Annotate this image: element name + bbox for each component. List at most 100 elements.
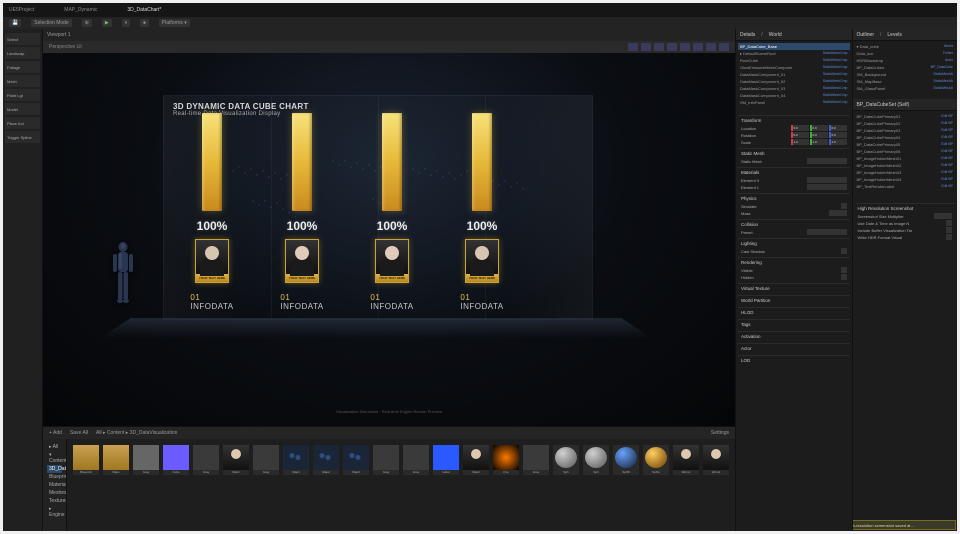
viewport-tab[interactable]: Viewport 1 xyxy=(43,29,735,41)
bar-percent: 100% xyxy=(287,219,318,233)
asset-item[interactable]: Man1 xyxy=(223,445,249,475)
tab-asset[interactable]: 3D_DataChart* xyxy=(127,7,161,13)
asset-item[interactable]: Wom2 xyxy=(703,445,729,475)
bar-label: 01 INFODATA xyxy=(370,293,413,311)
stop-button[interactable]: ⏹ xyxy=(140,19,149,27)
save-button[interactable]: 💾 xyxy=(9,19,21,27)
viewport-3d[interactable]: 3D DYNAMIC DATA CUBE CHART Real-time Dat… xyxy=(43,53,735,426)
tree-row[interactable]: ▸ Engine xyxy=(47,505,62,519)
asset-item[interactable]: Map1 xyxy=(283,445,309,475)
cb-toolbar: + Add Save All All ▸ Content ▸ 3D_DataVi… xyxy=(43,427,735,439)
asset-item[interactable]: Fire xyxy=(493,445,519,475)
world-detail-header[interactable]: BP_DataCubeSet (Self) xyxy=(853,99,958,111)
tree-row[interactable]: 3D_DataVisualization xyxy=(47,465,62,473)
chart-title: 3D DYNAMIC DATA CUBE CHART xyxy=(173,102,309,111)
menubar: UE5Project MAP_Dynamic 3D_DataChart* xyxy=(3,3,957,17)
cb-save-button[interactable]: Save All xyxy=(70,430,88,436)
info-card: YOUR TEXT HERE xyxy=(285,239,319,283)
cb-add-button[interactable]: + Add xyxy=(49,430,62,436)
bar-fill xyxy=(292,113,312,211)
asset-item[interactable]: Wom1 xyxy=(673,445,699,475)
mode-item[interactable]: Paint Lgt xyxy=(5,89,40,101)
asset-item[interactable]: SphG xyxy=(643,445,669,475)
mode-item[interactable]: Model xyxy=(5,103,40,115)
bar-fill xyxy=(202,113,222,211)
asset-item[interactable]: SphB xyxy=(613,445,639,475)
data-bar-2: 100% YOUR TEXT HERE 01 INFODATA xyxy=(285,113,319,311)
viewport-option[interactable] xyxy=(680,43,690,51)
details-panel[interactable]: Transform Location0.00.00.0 Rotation0.00… xyxy=(736,113,852,531)
asset-item[interactable]: Gray xyxy=(373,445,399,475)
asset-item[interactable]: Gray xyxy=(193,445,219,475)
mode-item[interactable]: Select xyxy=(5,33,40,45)
asset-item[interactable]: Map2 xyxy=(313,445,339,475)
modes-sidebar: Select Landscap Foliage Mesh Paint Lgt M… xyxy=(3,29,43,531)
viewport-option[interactable] xyxy=(641,43,651,51)
asset-item[interactable]: Label xyxy=(433,445,459,475)
bar-label: 01 INFODATA xyxy=(280,293,323,311)
tab-project[interactable]: UE5Project xyxy=(9,7,34,13)
bar-label: 01 INFODATA xyxy=(460,293,503,311)
viewport-toolbar: Perspective Lit xyxy=(43,41,735,53)
world-outliner[interactable]: ▾ Data_cubeWorld Data_scnFolder HDRIBack… xyxy=(853,41,958,99)
asset-item[interactable]: Gray xyxy=(523,445,549,475)
world-outliner-header[interactable]: Outliner/Levels xyxy=(853,29,958,41)
screenshot-notification[interactable]: ⚠ High-resolution screenshot saved at… xyxy=(853,520,957,530)
right-panels: Details/World BP_DataCube_Base ▸ Default… xyxy=(735,29,957,531)
main-toolbar: 💾 Selection Mode ⊕ ▶ ⏸ ⏹ Platforms ▾ xyxy=(3,17,957,29)
viewport-option[interactable] xyxy=(693,43,703,51)
tab-map[interactable]: MAP_Dynamic xyxy=(64,7,97,13)
bar-percent: 100% xyxy=(467,219,498,233)
mode-item[interactable]: Mesh xyxy=(5,75,40,87)
outliner-header[interactable]: Details/World xyxy=(736,29,852,41)
asset-item[interactable]: Cube xyxy=(163,445,189,475)
tree-row[interactable]: Materials xyxy=(47,481,62,489)
data-bar-1: 100% YOUR TEXT HERE 01 INFODATA xyxy=(195,113,229,311)
asset-item[interactable]: Gray xyxy=(253,445,279,475)
asset-item[interactable]: Blueprint xyxy=(73,445,99,475)
platforms-dropdown[interactable]: Platforms ▾ xyxy=(159,19,190,27)
info-card: YOUR TEXT HERE xyxy=(375,239,409,283)
cb-assets-grid[interactable]: Blueprint Maps Gray Cube Gray Man1 Gray … xyxy=(67,439,735,531)
bar-fill xyxy=(472,113,492,211)
mode-item[interactable]: Place Act xyxy=(5,117,40,129)
viewport-option[interactable] xyxy=(667,43,677,51)
world-actors-list[interactable]: BP_DataCubePrimary01Edit BP BP_DataCubeP… xyxy=(853,111,958,201)
cb-source-tree[interactable]: ▸ All ▾ Content 3D_DataVisualization Blu… xyxy=(43,439,67,531)
add-button[interactable]: ⊕ xyxy=(82,19,92,27)
viewport-mode[interactable]: Perspective Lit xyxy=(49,44,82,50)
content-browser: + Add Save All All ▸ Content ▸ 3D_DataVi… xyxy=(43,426,735,531)
asset-item[interactable]: Map3 xyxy=(343,445,369,475)
viewport-option[interactable] xyxy=(706,43,716,51)
tree-row[interactable]: ▸ All xyxy=(47,443,62,451)
mannequin-figure xyxy=(107,241,139,319)
asset-item[interactable]: Gray xyxy=(133,445,159,475)
asset-item[interactable]: Gray xyxy=(403,445,429,475)
bar-percent: 100% xyxy=(377,219,408,233)
mode-item[interactable]: Trigger Spline xyxy=(5,131,40,143)
bar-label: 01 INFODATA xyxy=(190,293,233,311)
selection-mode-dropdown[interactable]: Selection Mode xyxy=(31,19,71,27)
viewport-option[interactable] xyxy=(628,43,638,51)
bar-group: 100% YOUR TEXT HERE 01 INFODATA 100% YOU… xyxy=(195,113,499,311)
cb-breadcrumb[interactable]: All ▸ Content ▸ 3D_DataVisualization xyxy=(96,430,177,436)
cb-settings[interactable]: Settings xyxy=(711,430,729,436)
viewport-option[interactable] xyxy=(654,43,664,51)
tree-row[interactable]: Meshes xyxy=(47,489,62,497)
tree-row[interactable]: Textures xyxy=(47,497,62,505)
tree-row[interactable]: Blueprints xyxy=(47,473,62,481)
mode-item[interactable]: Landscap xyxy=(5,47,40,59)
components-tree[interactable]: BP_DataCube_Base ▸ DefaultSceneRootStati… xyxy=(736,41,852,113)
asset-item[interactable]: Sph xyxy=(553,445,579,475)
viewport-option[interactable] xyxy=(719,43,729,51)
asset-item[interactable]: Man2 xyxy=(463,445,489,475)
bar-fill xyxy=(382,113,402,211)
floor-reflection xyxy=(98,318,653,339)
play-button[interactable]: ▶ xyxy=(102,19,112,27)
tree-row[interactable]: ▾ Content xyxy=(47,451,62,465)
bar-percent: 100% xyxy=(197,219,228,233)
pause-button[interactable]: ⏸ xyxy=(122,19,131,27)
asset-item[interactable]: Maps xyxy=(103,445,129,475)
mode-item[interactable]: Foliage xyxy=(5,61,40,73)
asset-item[interactable]: Sph xyxy=(583,445,609,475)
